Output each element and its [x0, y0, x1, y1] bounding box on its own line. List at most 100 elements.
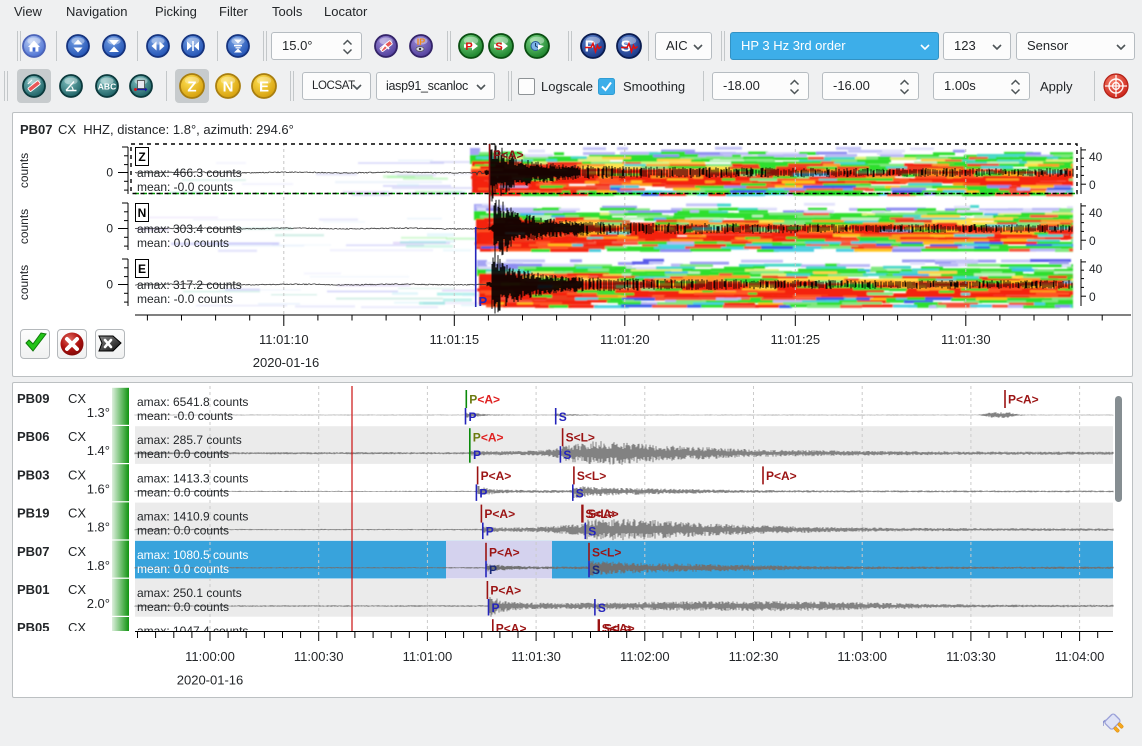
svg-text:PB01: PB01 [17, 582, 50, 597]
svg-text:CX: CX [68, 467, 86, 482]
svg-text:CX: CX [68, 391, 86, 406]
svg-text:P: P [473, 448, 481, 462]
svg-text:P<A>: P<A> [766, 469, 797, 483]
svg-text:2.1°: 2.1° [87, 634, 110, 649]
svg-text:40: 40 [1089, 150, 1103, 164]
svg-text:P<A>: P<A> [496, 622, 527, 636]
svg-text:11:01:30: 11:01:30 [941, 332, 991, 347]
svg-text:amax: 317.2 counts: amax: 317.2 counts [137, 278, 242, 292]
svg-text:E: E [259, 79, 269, 96]
svg-text:0: 0 [1089, 234, 1096, 248]
svg-text:S<A>: S<A> [588, 507, 619, 521]
svg-text:S<L>: S<L> [566, 431, 595, 445]
svg-text:S: S [592, 563, 600, 577]
svg-text:P<A>: P<A> [473, 431, 504, 445]
svg-text:40: 40 [1089, 206, 1103, 220]
svg-text:CX HHZ, distance: 1.8°, azimu: CX HHZ, distance: 1.8°, azimuth: 294.6° [58, 122, 294, 137]
svg-text:amax: 1410.9 counts: amax: 1410.9 counts [137, 510, 248, 524]
svg-text:counts: counts [17, 265, 31, 300]
svg-text:amax: 6541.8 counts: amax: 6541.8 counts [137, 395, 248, 409]
svg-text:P<A>: P<A> [481, 469, 512, 483]
svg-text:mean: -0.0 counts: mean: -0.0 counts [137, 180, 233, 194]
svg-text:11:03:30: 11:03:30 [946, 649, 996, 664]
svg-text:P<A>: P<A> [490, 584, 521, 598]
svg-text:11:03:00: 11:03:00 [837, 649, 887, 664]
svg-text:P: P [489, 563, 497, 577]
svg-text:CX: CX [68, 620, 86, 635]
svg-text:mean: 0.0 counts: mean: 0.0 counts [137, 447, 229, 461]
svg-text:P<A>: P<A> [469, 393, 500, 407]
svg-text:amax: 466.3 counts: amax: 466.3 counts [137, 166, 242, 180]
svg-text:S: S [598, 601, 606, 615]
svg-text:amax: 1413.3 counts: amax: 1413.3 counts [137, 471, 248, 485]
svg-text:amax: 250.1 counts: amax: 250.1 counts [137, 586, 242, 600]
svg-text:11:01:00: 11:01:00 [403, 649, 453, 664]
svg-text:11:02:00: 11:02:00 [620, 649, 670, 664]
svg-text:1.8°: 1.8° [87, 520, 110, 535]
svg-text:CX: CX [68, 582, 86, 597]
svg-text:amax: 303.4 counts: amax: 303.4 counts [137, 222, 242, 236]
svg-text:P: P [492, 601, 500, 615]
svg-text:PB07: PB07 [17, 544, 50, 559]
svg-text:11:04:00: 11:04:00 [1055, 649, 1105, 664]
svg-text:Z: Z [138, 150, 145, 164]
svg-text:PB19: PB19 [17, 506, 50, 521]
svg-text:P<A>: P<A> [489, 545, 520, 559]
svg-text:S<L>: S<L> [577, 469, 606, 483]
svg-text:0: 0 [1089, 290, 1096, 304]
svg-text:counts: counts [17, 153, 31, 188]
svg-text:P<A>: P<A> [1008, 393, 1039, 407]
svg-text:11:01:20: 11:01:20 [600, 332, 650, 347]
svg-text:mean: 0.0 counts: mean: 0.0 counts [137, 562, 229, 576]
svg-text:PB09: PB09 [17, 391, 50, 406]
svg-text:2.0°: 2.0° [87, 596, 110, 611]
svg-text:IP: IP [417, 37, 426, 47]
svg-text:P<A>: P<A> [484, 507, 515, 521]
svg-text:mean: 0.0 counts: mean: 0.0 counts [137, 236, 229, 250]
svg-text:E: E [138, 262, 146, 276]
svg-text:P<A>: P<A> [493, 148, 524, 162]
svg-text:2020-01-16: 2020-01-16 [177, 673, 244, 688]
svg-text:CX: CX [68, 544, 86, 559]
svg-text:11:01:15: 11:01:15 [429, 332, 479, 347]
svg-text:ABC: ABC [98, 82, 116, 92]
svg-text:P: P [469, 410, 477, 424]
svg-text:mean: -0.0 counts: mean: -0.0 counts [137, 292, 233, 306]
svg-text:PB06: PB06 [17, 429, 50, 444]
svg-text:counts: counts [17, 209, 31, 244]
svg-text:2020-01-16: 2020-01-16 [253, 355, 320, 370]
svg-text:P: P [479, 294, 488, 309]
svg-text:1.4°: 1.4° [87, 443, 110, 458]
svg-text:0: 0 [106, 166, 113, 180]
svg-text:mean: 0.0 counts: mean: 0.0 counts [137, 600, 229, 614]
svg-text:11:01:30: 11:01:30 [511, 649, 561, 664]
svg-text:0: 0 [106, 278, 113, 292]
svg-text:1.6°: 1.6° [87, 481, 110, 496]
svg-text:N: N [138, 206, 147, 220]
svg-text:11:01:10: 11:01:10 [259, 332, 309, 347]
svg-text:S: S [495, 41, 502, 53]
svg-text:Z: Z [187, 79, 196, 96]
svg-text:S: S [563, 448, 571, 462]
svg-text:mean: 0.0 counts: mean: 0.0 counts [137, 524, 229, 538]
svg-text:1.8°: 1.8° [87, 558, 110, 573]
svg-text:0: 0 [106, 222, 113, 236]
svg-text:PB07: PB07 [20, 122, 53, 137]
svg-text:amax: 285.7 counts: amax: 285.7 counts [137, 433, 242, 447]
svg-text:PB03: PB03 [17, 467, 50, 482]
svg-text:mean: 0.0 counts: mean: 0.0 counts [137, 485, 229, 499]
svg-text:S<L>: S<L> [592, 545, 621, 559]
svg-text:11:00:30: 11:00:30 [294, 649, 344, 664]
svg-text:mean: -0.0 counts: mean: -0.0 counts [137, 409, 233, 423]
svg-text:S: S [559, 410, 567, 424]
svg-text:P: P [486, 525, 494, 539]
svg-text:amax: 1080.5 counts: amax: 1080.5 counts [137, 548, 248, 562]
svg-text:1.3°: 1.3° [87, 405, 110, 420]
svg-text:P: P [465, 41, 472, 53]
svg-text:P: P [479, 486, 487, 500]
svg-text:CX: CX [68, 429, 86, 444]
svg-text:CX: CX [68, 506, 86, 521]
svg-text:40: 40 [1089, 262, 1103, 276]
svg-text:S: S [588, 525, 596, 539]
svg-text:S: S [576, 486, 584, 500]
